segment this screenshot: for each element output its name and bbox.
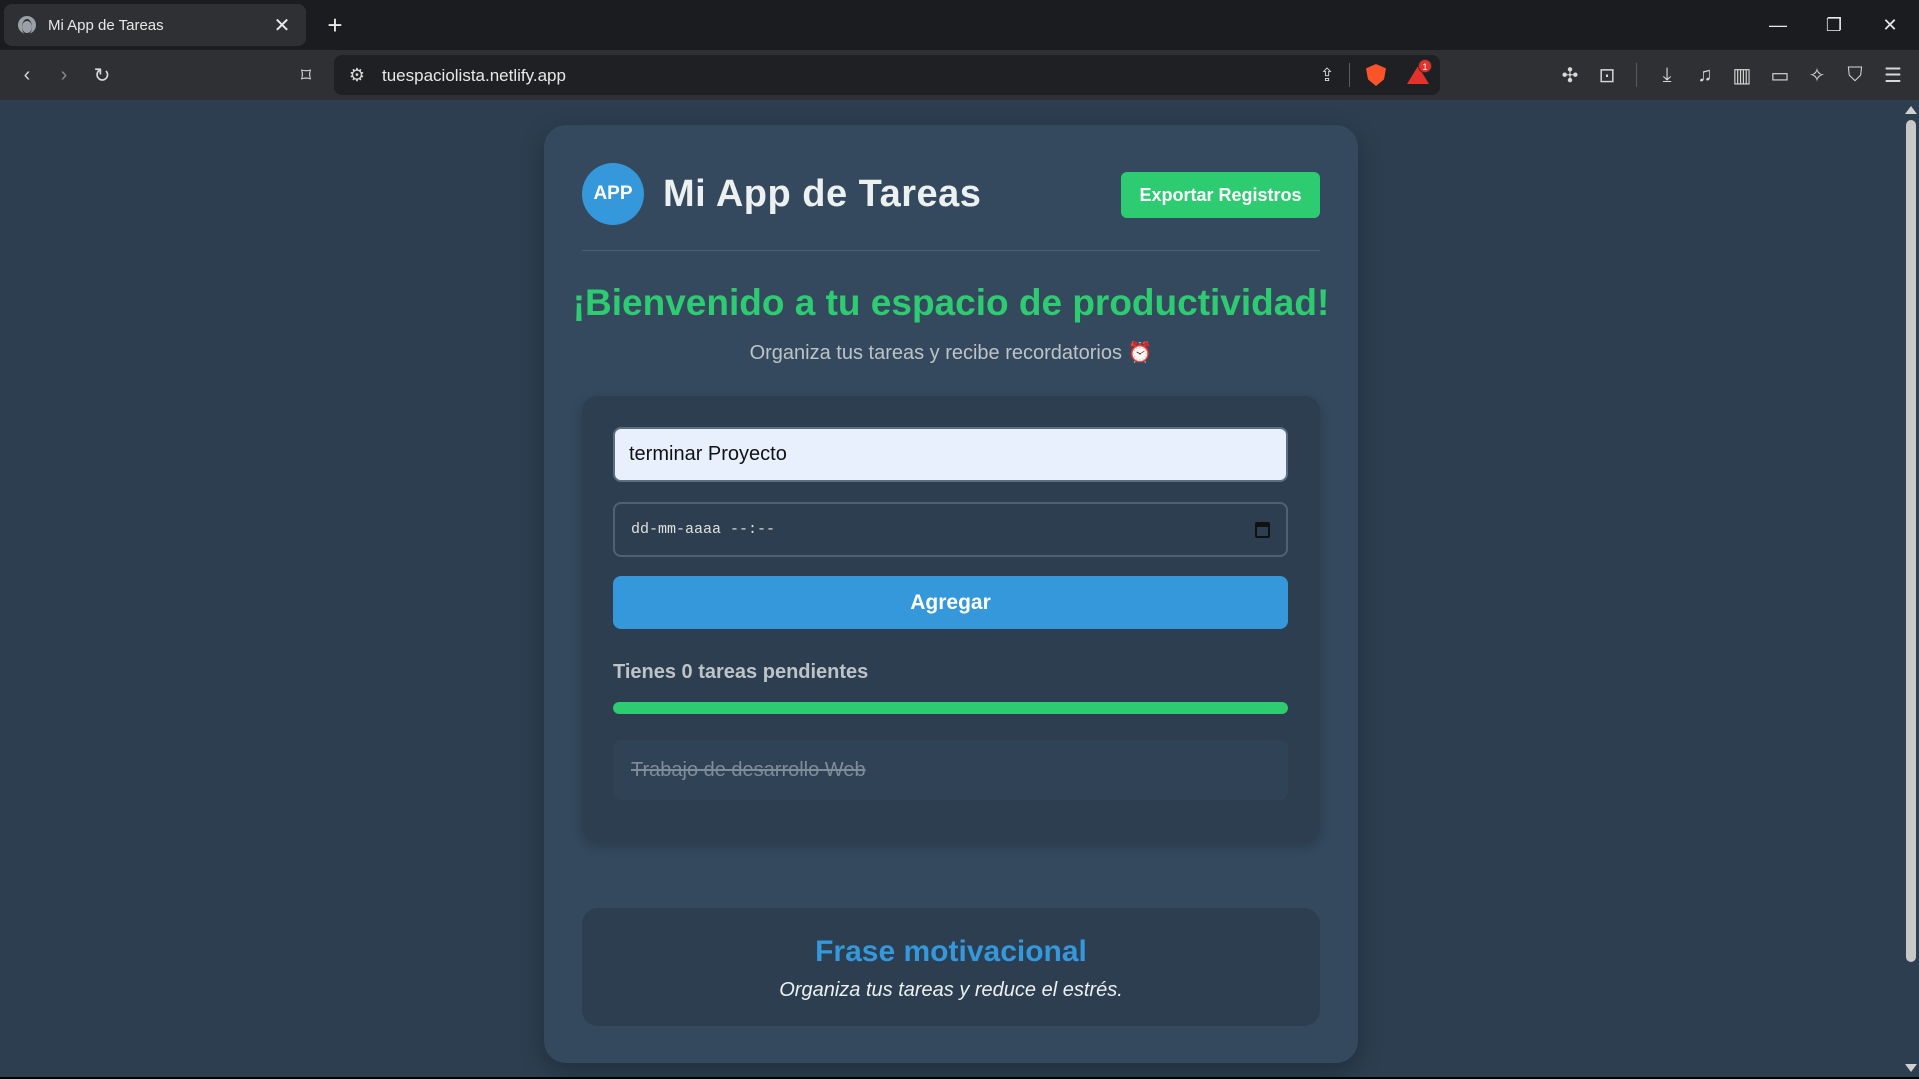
- bookmark-icon[interactable]: ⌑: [289, 58, 323, 92]
- site-settings-icon[interactable]: ⚙: [340, 58, 374, 92]
- quote-text: Organiza tus tareas y reduce el estrés.: [779, 979, 1123, 1001]
- welcome-subtitle: Organiza tus tareas y recibe recordatori…: [749, 342, 1153, 364]
- screenshot-icon[interactable]: ⊡: [1590, 58, 1624, 92]
- add-task-button[interactable]: Agregar: [613, 576, 1288, 629]
- close-window-icon[interactable]: ✕: [1862, 0, 1918, 50]
- tab-bar: Mi App de Tareas ✕ + — ❐ ✕: [0, 0, 1919, 50]
- task-text: Trabajo de desarrollo Web: [631, 758, 866, 781]
- extensions-icon[interactable]: ✣: [1553, 58, 1587, 92]
- leo-ai-icon[interactable]: ✧: [1800, 58, 1834, 92]
- menu-icon[interactable]: ☰: [1876, 58, 1910, 92]
- motivational-quote-box: Frase motivacional Organiza tus tareas y…: [582, 908, 1320, 1026]
- url-text[interactable]: tuespaciolista.netlify.app: [382, 66, 566, 86]
- brave-shields-icon[interactable]: [1359, 58, 1393, 92]
- back-icon[interactable]: ‹: [10, 58, 44, 92]
- forward-icon[interactable]: ›: [47, 58, 81, 92]
- download-icon[interactable]: ⤓: [1650, 58, 1684, 92]
- sidebar-icon[interactable]: ▥: [1725, 58, 1759, 92]
- urlbar-divider: [1349, 63, 1350, 87]
- close-tab-icon[interactable]: ✕: [272, 13, 292, 38]
- quote-title: Frase motivacional: [815, 935, 1087, 968]
- header-divider: [582, 250, 1320, 251]
- welcome-heading: ¡Bienvenido a tu espacio de productivida…: [572, 282, 1330, 323]
- export-records-button[interactable]: Exportar Registros: [1121, 172, 1320, 218]
- vpn-shield-icon[interactable]: ⛉: [1838, 58, 1872, 92]
- globe-icon: [18, 16, 36, 35]
- restore-icon[interactable]: ❐: [1806, 0, 1862, 50]
- pending-count: Tienes 0 tareas pendientes: [613, 661, 869, 683]
- new-tab-button[interactable]: +: [320, 8, 350, 42]
- task-list-item[interactable]: Trabajo de desarrollo Web: [613, 740, 1288, 800]
- task-input[interactable]: terminar Proyecto: [613, 427, 1288, 482]
- task-panel: terminar Proyecto dd-mm-aaaa --:-- Agreg…: [582, 396, 1320, 842]
- browser-tab[interactable]: Mi App de Tareas ✕: [4, 4, 306, 46]
- app-title: Mi App de Tareas: [663, 173, 982, 215]
- progress-bar: [613, 702, 1288, 714]
- app-logo: APP: [582, 163, 644, 225]
- reload-icon[interactable]: ↻: [85, 58, 119, 92]
- app-card: APP Mi App de Tareas Exportar Registros …: [544, 125, 1358, 1063]
- address-bar[interactable]: ⚙ tuespaciolista.netlify.app ⇪: [334, 55, 1440, 95]
- datetime-input[interactable]: dd-mm-aaaa --:--: [613, 502, 1288, 557]
- media-icon[interactable]: ♫: [1688, 58, 1722, 92]
- scroll-down-icon[interactable]: [1905, 1064, 1917, 1072]
- datetime-placeholder: dd-mm-aaaa --:--: [631, 521, 776, 538]
- tab-title: Mi App de Tareas: [48, 16, 164, 34]
- notification-badge: 1: [1418, 59, 1432, 73]
- scrollbar-thumb[interactable]: [1906, 120, 1916, 962]
- minimize-icon[interactable]: —: [1750, 0, 1806, 50]
- app-header: APP Mi App de Tareas Exportar Registros: [582, 163, 1320, 225]
- progress-fill: [613, 702, 1288, 714]
- calendar-icon[interactable]: [1255, 522, 1270, 538]
- toolbar-divider: [1636, 63, 1637, 87]
- scroll-up-icon[interactable]: [1905, 106, 1917, 114]
- share-icon[interactable]: ⇪: [1310, 58, 1344, 92]
- wallet-icon[interactable]: ▭: [1763, 58, 1797, 92]
